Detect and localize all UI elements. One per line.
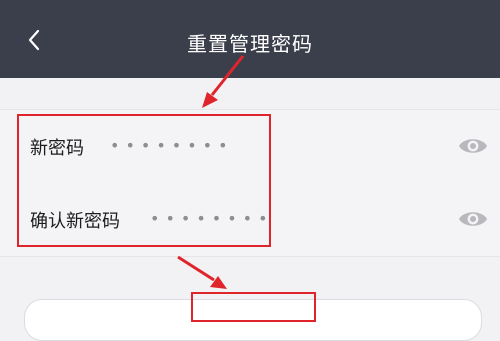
page-title: 重置管理密码 — [187, 32, 313, 56]
new-password-input[interactable] — [110, 130, 330, 160]
eye-icon — [459, 139, 487, 153]
confirm-password-row: 确认新密码 — [0, 183, 500, 256]
new-password-visibility-toggle[interactable] — [458, 134, 488, 158]
confirm-password-visibility-toggle[interactable] — [458, 207, 488, 231]
annotation-arrow-bottom — [177, 255, 227, 289]
new-password-row: 新密码 — [0, 110, 500, 183]
confirm-password-input[interactable] — [150, 203, 370, 233]
confirm-button-area[interactable] — [24, 299, 482, 341]
eye-icon — [459, 212, 487, 226]
password-form: 新密码 确认新密码 — [0, 109, 500, 257]
top-nav-bar: 重置管理密码 — [0, 0, 500, 78]
confirm-password-label: 确认新密码 — [30, 211, 120, 232]
new-password-label: 新密码 — [30, 138, 84, 159]
